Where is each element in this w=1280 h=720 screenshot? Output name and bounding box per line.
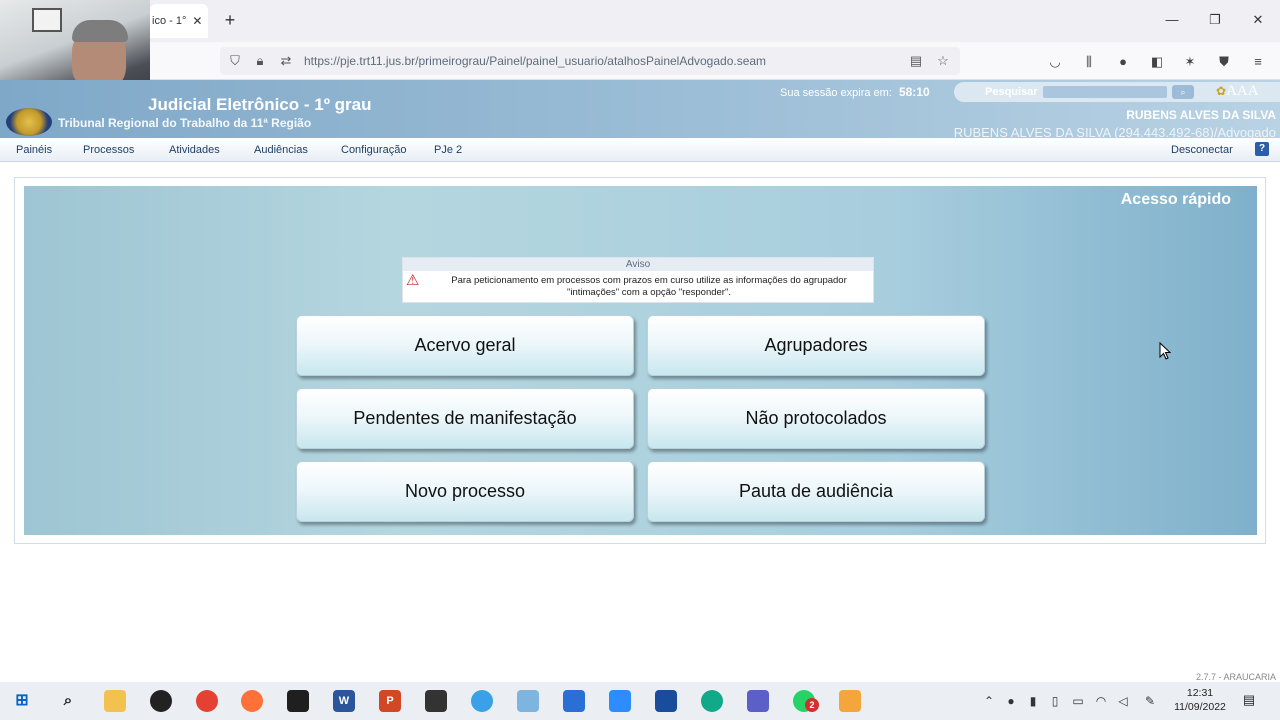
lock-icon[interactable]: 🔒︎ [252,53,268,69]
search-input[interactable] [1043,86,1167,98]
ublock-icon[interactable]: ⛊ [1215,54,1233,70]
notice-text: Para peticionamento em processos com pra… [451,275,847,298]
pje-header: Judicial Eletrônico - 1º grau Tribunal R… [0,80,1280,140]
tab-close-icon[interactable]: ✕ [192,14,202,28]
app-icon-2[interactable] [563,690,585,712]
search-icon[interactable]: ⌕ [57,690,79,712]
chrome-icon[interactable] [196,690,218,712]
app-subtitle: Tribunal Regional do Trabalho da 11ª Reg… [58,116,312,130]
notice-box: Aviso ⚠ Para peticionamento em processos… [402,257,874,303]
tab-title: ico - 1° [152,15,187,27]
court-logo-icon [6,108,52,136]
clock[interactable]: 12:31 11/09/2022 [1172,686,1228,714]
notes-icon[interactable] [287,690,309,712]
disconnect-link[interactable]: Desconectar [1171,144,1233,156]
reader-view-icon[interactable]: ▤ [908,53,924,69]
bookmark-star-icon[interactable]: ☆ [935,53,951,69]
pen-icon[interactable]: ✎ [1143,694,1157,708]
font-controls-text[interactable]: AAA [1226,83,1259,99]
quick-access-panel: Acesso rápido Aviso ⚠ Para peticionament… [24,186,1257,535]
menu-item-paineis[interactable]: Painéis [16,144,52,156]
profile-icon[interactable]: ● [1114,54,1132,70]
wifi-icon[interactable]: ◠ [1094,694,1108,708]
app-icon-4[interactable] [701,690,723,712]
menu-item-processos[interactable]: Processos [83,144,134,156]
clock-time: 12:31 [1186,687,1214,699]
menu-item-pje2[interactable]: PJe 2 [434,144,462,156]
window-close-icon[interactable]: ✕ [1250,12,1266,28]
menu-item-audiencias[interactable]: Audiências [254,144,308,156]
tray-app-icon[interactable]: ● [1004,694,1018,708]
whatsapp-icon[interactable]: 2 [793,690,819,712]
zoom-icon[interactable] [609,690,631,712]
library-icon[interactable]: ⫼ [1080,54,1098,70]
chevron-up-icon[interactable]: ⌃ [982,694,996,708]
browser-tab[interactable]: ico - 1° ✕ [150,4,208,38]
address-bar[interactable]: ⛉ 🔒︎ ⇄ https://pje.trt11.jus.br/primeiro… [220,47,960,75]
tools-icon[interactable]: ✶ [1181,54,1199,70]
microphone-icon[interactable]: ▮ [1026,694,1040,708]
nao-protocolados-button[interactable]: Não protocolados [647,388,985,449]
word-icon[interactable]: W [333,690,355,712]
restore-icon[interactable]: ❐ [1207,12,1223,28]
acervo-geral-button[interactable]: Acervo geral [296,315,634,376]
file-explorer-icon[interactable] [104,690,126,712]
help-icon[interactable]: ? [1255,142,1269,156]
permissions-icon[interactable]: ⇄ [278,53,294,69]
extension-icon[interactable]: ◧ [1148,54,1166,70]
browser-nav-bar: ⛉ 🔒︎ ⇄ https://pje.trt11.jus.br/primeiro… [0,42,1280,80]
main-menu-bar: Painéis Processos Atividades Audiências … [0,138,1280,162]
app-title: Judicial Eletrônico - 1º grau [148,95,372,114]
pocket-icon[interactable]: ◡ [1046,54,1064,70]
content-panel: Acesso rápido Aviso ⚠ Para peticionament… [14,177,1266,544]
session-label: Sua sessão expira em: [780,87,892,99]
mouse-cursor-icon [1159,342,1171,360]
user-name: RUBENS ALVES DA SILVA [1126,108,1276,122]
notice-title: Aviso [403,258,873,271]
font-size-controls[interactable]: ✿AAA [1216,83,1259,100]
app-icon-3[interactable] [655,690,677,712]
person-hair [72,20,128,42]
battery-icon[interactable]: ▭ [1071,694,1085,708]
powerpoint-icon[interactable]: P [379,690,401,712]
accessibility-icon[interactable]: ✿ [1216,84,1226,98]
search-area: Pesquisar ⌕ ✿AAA [954,82,1280,102]
quick-access-title: Acesso rápido [1120,191,1231,208]
warning-icon: ⚠ [406,272,420,289]
clock-date: 11/09/2022 [1174,701,1226,713]
windows-taskbar: ⊞ ⌕ W P 2 ⌃ ● ▮ ▯ ▭ ◠ ◁ ✎ 12:31 11/09/20… [0,682,1280,720]
browser-tab-bar: ico - 1° ✕ + — ❐ ✕ [0,0,1280,42]
teams-icon[interactable] [747,690,769,712]
wall-frame [32,8,62,32]
paint-icon[interactable] [517,690,539,712]
url-text[interactable]: https://pje.trt11.jus.br/primeirograu/Pa… [304,54,766,68]
security-icon[interactable] [425,690,447,712]
new-tab-button[interactable]: + [222,11,238,31]
windows-start-icon[interactable]: ⊞ [11,690,33,712]
notification-icon[interactable]: ▤ [1240,692,1258,708]
search-button[interactable]: ⌕ [1172,85,1194,99]
app-icon[interactable] [150,690,172,712]
hamburger-menu-icon[interactable]: ≡ [1249,54,1267,70]
minimize-icon[interactable]: — [1164,12,1180,28]
agrupadores-button[interactable]: Agrupadores [647,315,985,376]
pauta-audiencia-button[interactable]: Pauta de audiência [647,461,985,522]
shield-icon[interactable]: ⛉ [227,53,243,69]
firefox-icon[interactable] [241,690,263,712]
session-time: 58:10 [898,85,930,99]
menu-item-atividades[interactable]: Atividades [169,144,220,156]
session-timer: Sua sessão expira em: 58:10 [780,85,930,99]
volume-icon[interactable]: ◁ [1116,694,1130,708]
usb-icon[interactable]: ▯ [1048,694,1062,708]
app-icon-5[interactable] [839,690,861,712]
novo-processo-button[interactable]: Novo processo [296,461,634,522]
whatsapp-badge: 2 [805,698,819,712]
app-version: 2.7.7 - ARAUCARIA [1195,672,1276,682]
menu-item-configuracao[interactable]: Configuração [341,144,406,156]
pendentes-manifestacao-button[interactable]: Pendentes de manifestação [296,388,634,449]
search-label: Pesquisar [985,86,1038,98]
edge-icon[interactable] [471,690,493,712]
